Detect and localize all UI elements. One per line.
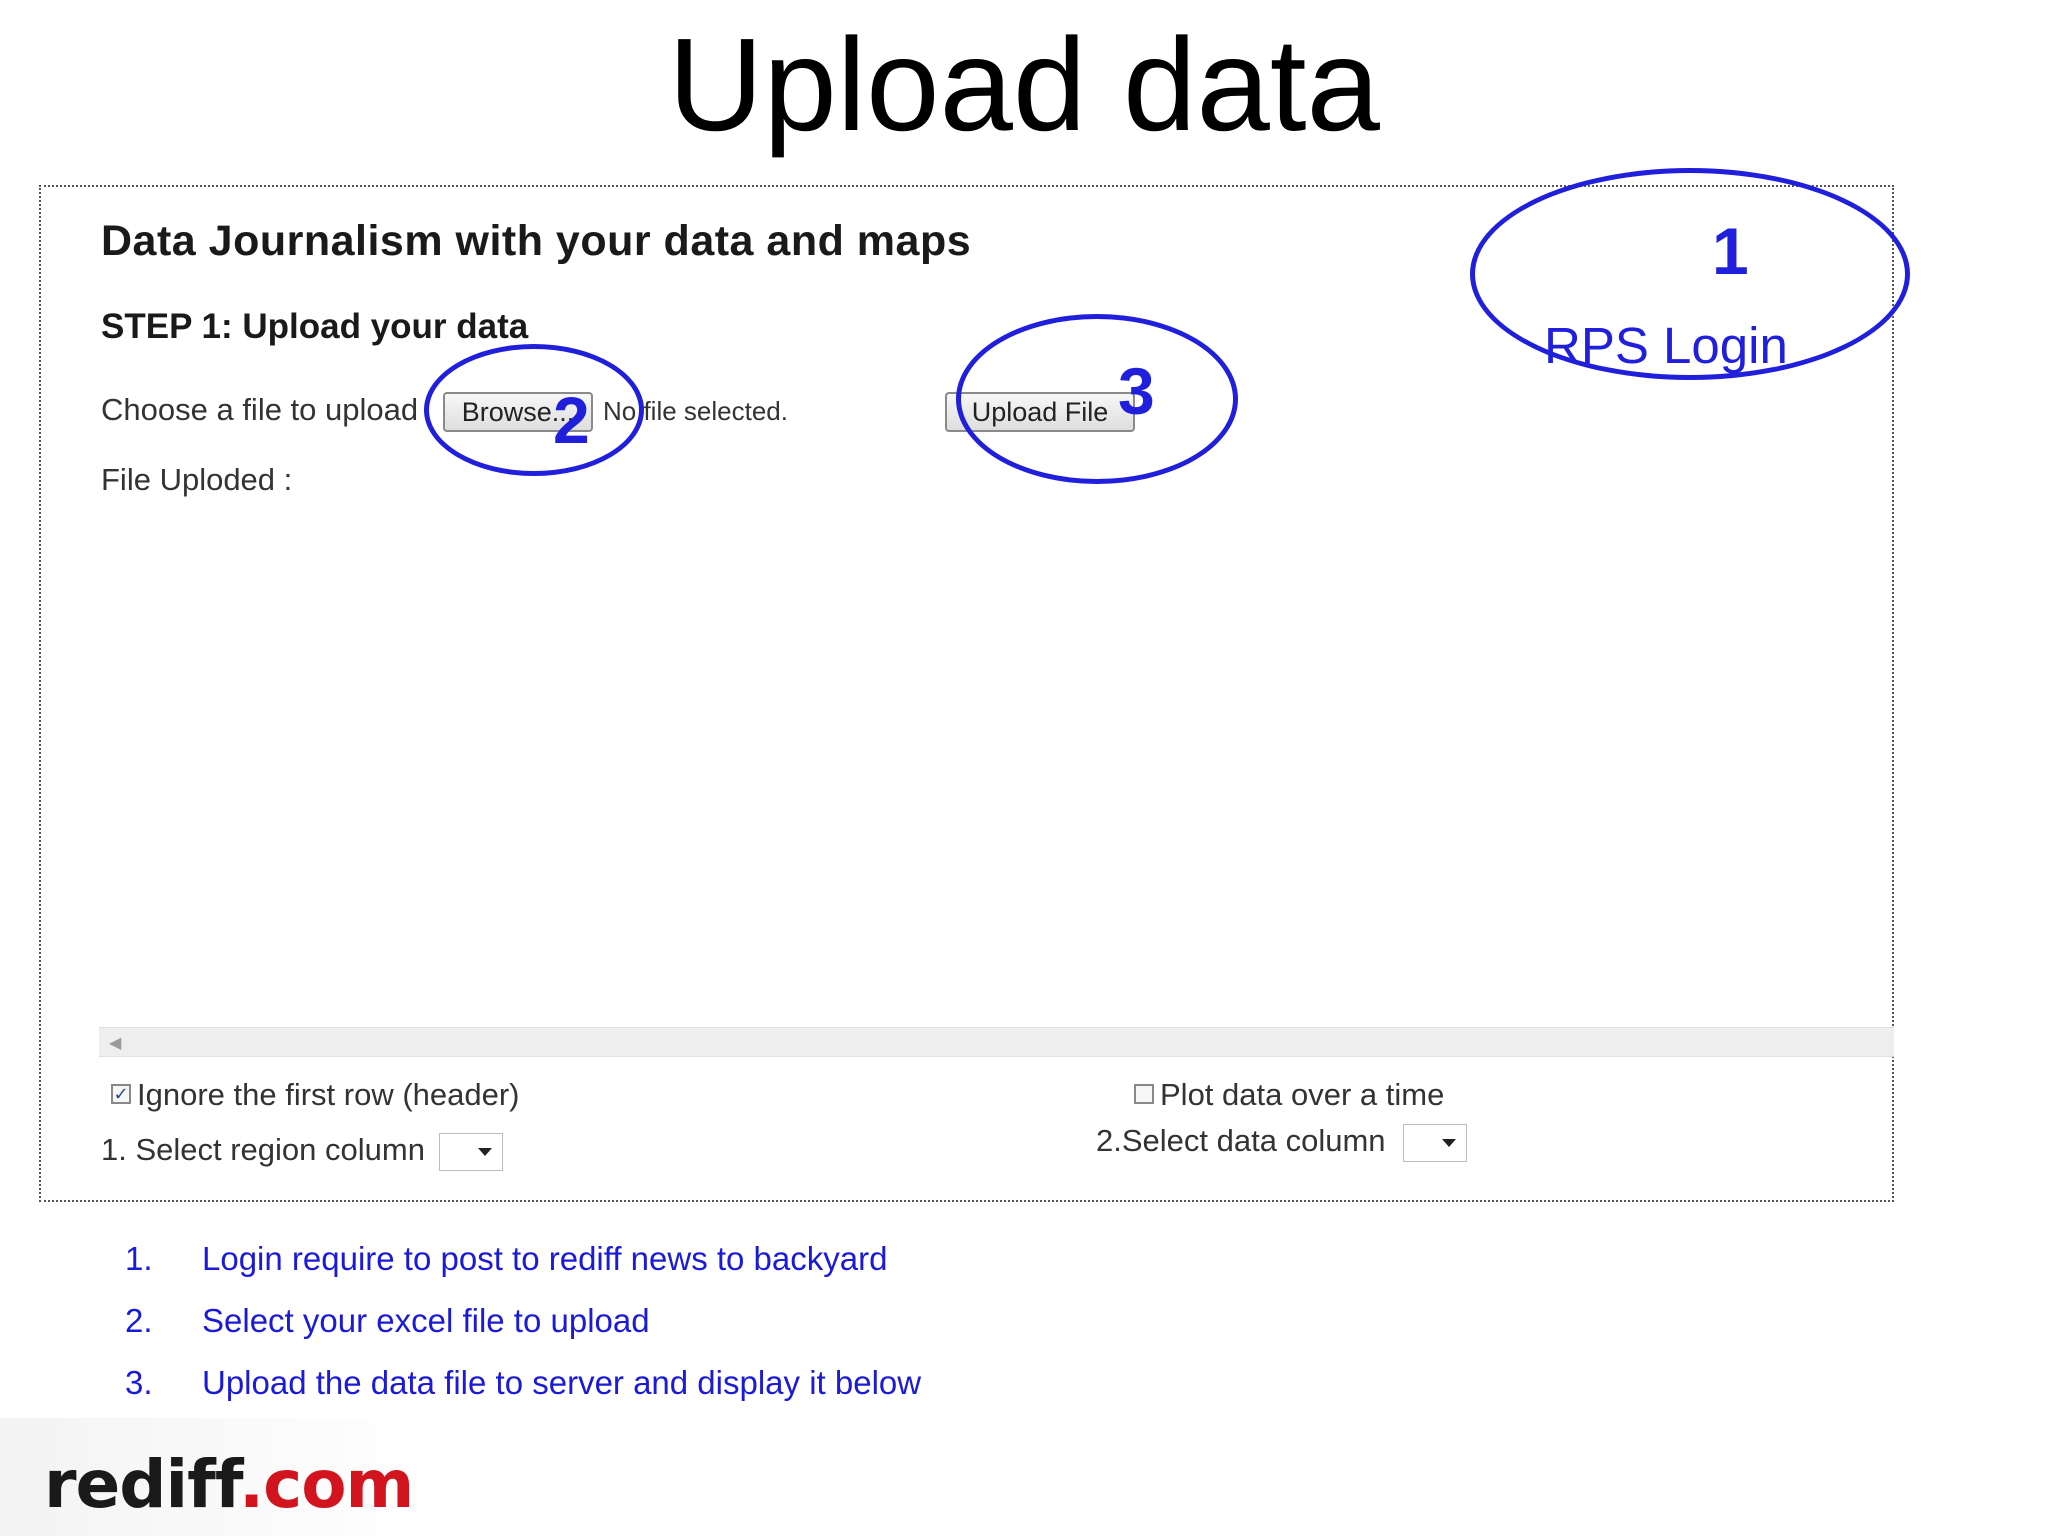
step-heading: STEP 1: Upload your data [101, 307, 529, 346]
annotation-number-2: 2 [553, 383, 590, 457]
region-column-label: 1. Select region column [101, 1132, 425, 1167]
slide-title: Upload data [668, 11, 1380, 158]
data-column-select[interactable] [1403, 1124, 1467, 1162]
list-item-text: Login require to post to rediff news to … [202, 1240, 888, 1277]
plot-over-time-label: Plot data over a time [1160, 1077, 1445, 1112]
list-item-text: Upload the data file to server and displ… [202, 1364, 922, 1401]
data-column-label: 2.Select data column [1096, 1123, 1386, 1158]
logo-text-com: .com [239, 1446, 414, 1523]
ignore-header-checkbox[interactable]: ✓ [111, 1084, 131, 1104]
list-item-text: Select your excel file to upload [202, 1302, 650, 1339]
annotation-number-3: 3 [1118, 354, 1155, 428]
list-item-number: 2. [125, 1302, 153, 1339]
rediff-logo: rediff.com [44, 1446, 414, 1523]
app-heading: Data Journalism with your data and maps [101, 217, 972, 265]
region-column-select[interactable] [439, 1133, 503, 1171]
list-item-number: 3. [125, 1364, 153, 1401]
file-uploaded-label: File Uploded : [101, 462, 293, 497]
annotation-number-1: 1 [1712, 214, 1749, 288]
scroll-left-arrow-icon[interactable]: ◀ [109, 1033, 121, 1053]
annotation-circle-3 [956, 314, 1238, 484]
annotation-circle-2 [424, 344, 644, 476]
checkmark-icon: ✓ [113, 1084, 129, 1104]
horizontal-scrollbar[interactable]: ◀ [99, 1027, 1894, 1057]
logo-text-rediff: rediff [44, 1446, 240, 1523]
chevron-down-icon [1442, 1139, 1456, 1147]
rps-login-link[interactable]: RPS Login [1544, 320, 1788, 371]
choose-file-label: Choose a file to upload [101, 392, 419, 427]
ignore-header-label: Ignore the first row (header) [137, 1077, 520, 1112]
chevron-down-icon [478, 1148, 492, 1156]
plot-over-time-checkbox[interactable] [1134, 1084, 1154, 1104]
list-item-number: 1. [125, 1240, 153, 1277]
